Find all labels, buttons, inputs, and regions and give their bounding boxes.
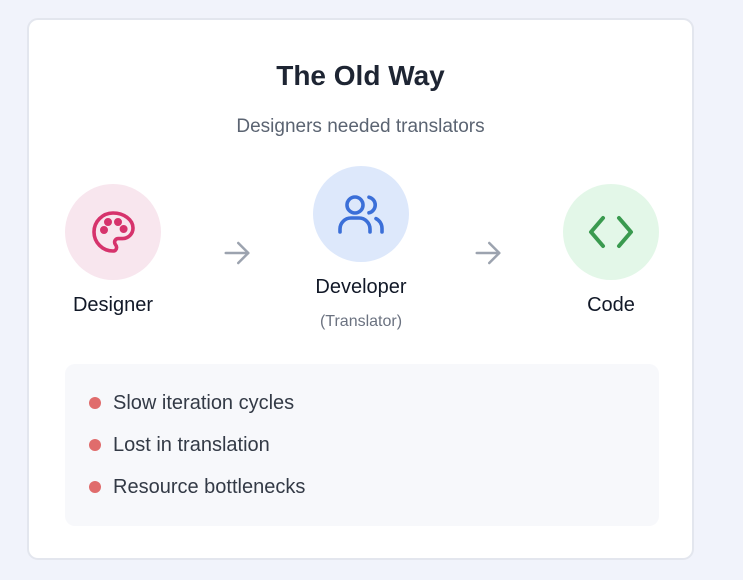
users-icon xyxy=(338,195,384,234)
flow-node-designer: Designer xyxy=(33,184,193,317)
bullet-dot xyxy=(89,481,101,493)
node-label-designer: Designer xyxy=(72,294,154,316)
developer-circle xyxy=(313,166,409,262)
node-label-code: Code xyxy=(587,294,635,316)
old-way-card: The Old Way Designers needed translators… xyxy=(27,18,694,560)
code-circle xyxy=(563,184,659,280)
problems-panel: Slow iteration cycles Lost in translatio… xyxy=(65,364,659,526)
card-subtitle: Designers needed translators xyxy=(236,116,485,137)
arrow-right-icon xyxy=(475,241,501,265)
problem-text: Resource bottlenecks xyxy=(113,475,306,498)
node-label-developer: Developer xyxy=(315,276,407,298)
bullet-dot xyxy=(89,397,101,409)
card-title: The Old Way xyxy=(276,60,445,91)
arrow-right-icon xyxy=(224,241,250,265)
list-item: Lost in translation xyxy=(89,431,270,459)
problem-text: Lost in translation xyxy=(113,433,270,456)
designer-circle xyxy=(65,184,161,280)
node-sublabel-developer: (Translator) xyxy=(319,313,403,330)
flow-node-code: Code xyxy=(531,184,691,317)
flow-node-developer: Developer (Translator) xyxy=(281,166,441,331)
bullet-dot xyxy=(89,439,101,451)
code-icon xyxy=(589,216,633,248)
list-item: Slow iteration cycles xyxy=(89,389,294,417)
problem-text: Slow iteration cycles xyxy=(113,391,295,414)
palette-icon xyxy=(92,211,135,253)
list-item: Resource bottlenecks xyxy=(89,473,305,501)
